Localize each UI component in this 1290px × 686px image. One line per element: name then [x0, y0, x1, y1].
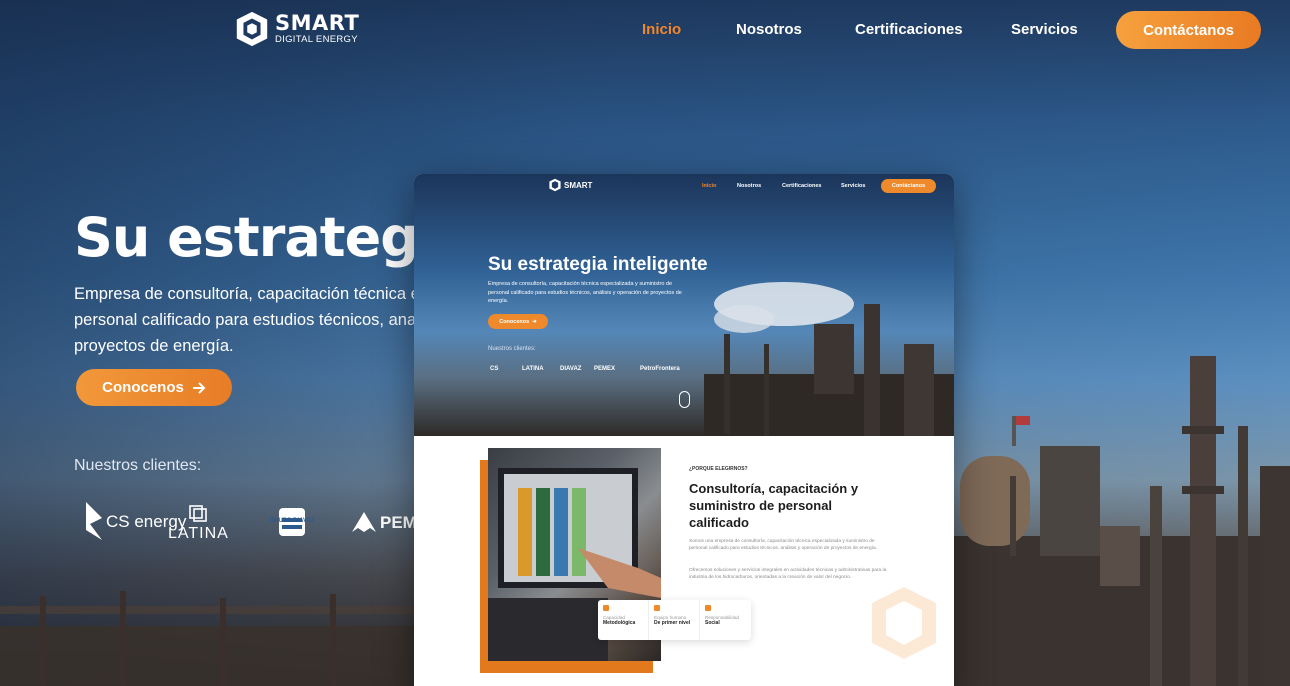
preview-paragraph: Ofrecemos soluciones y servicios integra… [689, 568, 887, 580]
pemex-eagle-icon [352, 512, 376, 532]
nav-certificaciones[interactable]: Certificaciones [855, 21, 963, 38]
preview-client: PetroFrontera [640, 366, 680, 372]
nav-nosotros[interactable]: Nosotros [736, 21, 802, 38]
briefcase-icon [603, 605, 609, 611]
client-logo-latina: LATINA [168, 504, 229, 543]
preview-client: CS [490, 366, 499, 372]
preview-paragraph: Somos una empresa de consultoría, capaci… [689, 539, 877, 551]
client-name: LATINA [168, 525, 229, 542]
cube-logo-icon [236, 11, 268, 47]
client-name: PEM [380, 513, 417, 532]
hero-description-line: personal calificado para estudios técnic… [74, 311, 436, 329]
nav-inicio[interactable]: Inicio [642, 21, 681, 38]
refinery-foreground [0, 591, 420, 686]
preview-client: LATINA [522, 366, 544, 372]
preview-nav-nosotros: Nosotros [737, 183, 762, 189]
preview-refinery-image [704, 282, 954, 436]
preview-contact-button: Contáctanos [881, 179, 936, 193]
preview-feature-bottom: Social [705, 620, 720, 626]
preview-feature: Responsabilidad Social [700, 600, 751, 640]
client-name: GRUPO DIAVAZ [269, 518, 315, 524]
clients-label: Nuestros clientes: [74, 457, 202, 474]
contact-button[interactable]: Contáctanos [1116, 11, 1261, 49]
nav-servicios[interactable]: Servicios [1011, 21, 1078, 38]
brand-name: SMART [275, 11, 360, 36]
preview-nav-inicio: Inicio [702, 183, 717, 189]
refinery-image [950, 356, 1290, 686]
hero-title: Su estrategia [74, 206, 472, 269]
brand-tagline: DIGITAL ENERGY [275, 34, 358, 46]
preview-client: DIAVAZ [560, 366, 582, 372]
preview-heading: Consultoría, capacitación y suministro d… [689, 481, 859, 530]
latina-icon [189, 505, 208, 522]
preview-features: Capacidad Metodológica Equipo humano De … [598, 600, 751, 640]
hero-description-line: Empresa de consultoría, capacitación téc… [74, 285, 438, 303]
brand-logo[interactable]: SMART DIGITAL ENERGY [233, 10, 359, 48]
conocenos-label: Conocenos [102, 379, 184, 396]
hero-description: Empresa de consultoría, capacitación téc… [74, 281, 438, 359]
people-icon [705, 605, 711, 611]
preview-clients-label: Nuestros clientes: [488, 346, 536, 352]
preview-description: Empresa de consultoría, capacitación téc… [488, 281, 682, 304]
preview-feature-bottom: Metodológica [603, 620, 636, 626]
preview-feature: Equipo humano De primer nivel [649, 600, 700, 640]
preview-nav-certificaciones: Certificaciones [782, 183, 822, 189]
preview-feature: Capacidad Metodológica [598, 600, 649, 640]
preview-kicker: ¿PORQUE ELEGIRNOS? [689, 466, 748, 472]
client-logo-diavaz: GRUPO DIAVAZ [269, 506, 315, 536]
preview-cta-label: Conocenos [499, 318, 530, 325]
preview-cube-icon [549, 178, 561, 192]
preview-brand-name: SMART [564, 180, 593, 190]
cs-energy-icon [86, 502, 102, 540]
hero-description-line: proyectos de energía. [74, 337, 234, 355]
preview-cta: Conocenos ➜ [488, 314, 548, 329]
preview-client: PEMEX [594, 366, 616, 372]
cube-watermark-icon [872, 587, 936, 659]
website-preview: SMART Inicio Nosotros Certificaciones Se… [414, 174, 954, 686]
preview-feature-bottom: De primer nivel [654, 620, 691, 626]
scroll-indicator-icon [679, 391, 690, 408]
conocenos-button[interactable]: Conocenos [76, 369, 232, 406]
preview-logo: SMART [548, 178, 592, 192]
top-nav: SMART DIGITAL ENERGY Inicio Nosotros Cer… [0, 0, 1290, 60]
client-logo-pemex: PEM [350, 510, 417, 536]
preview-nav-servicios: Servicios [841, 183, 866, 189]
chart-icon [654, 605, 660, 611]
arrow-right-icon [192, 381, 206, 394]
preview-arrow-icon: ➜ [532, 318, 537, 325]
preview-why-us-section: ¿PORQUE ELEGIRNOS? Consultoría, capacita… [414, 436, 954, 686]
preview-title: Su estrategia inteligente [488, 254, 708, 275]
preview-hero: SMART Inicio Nosotros Certificaciones Se… [414, 174, 954, 436]
